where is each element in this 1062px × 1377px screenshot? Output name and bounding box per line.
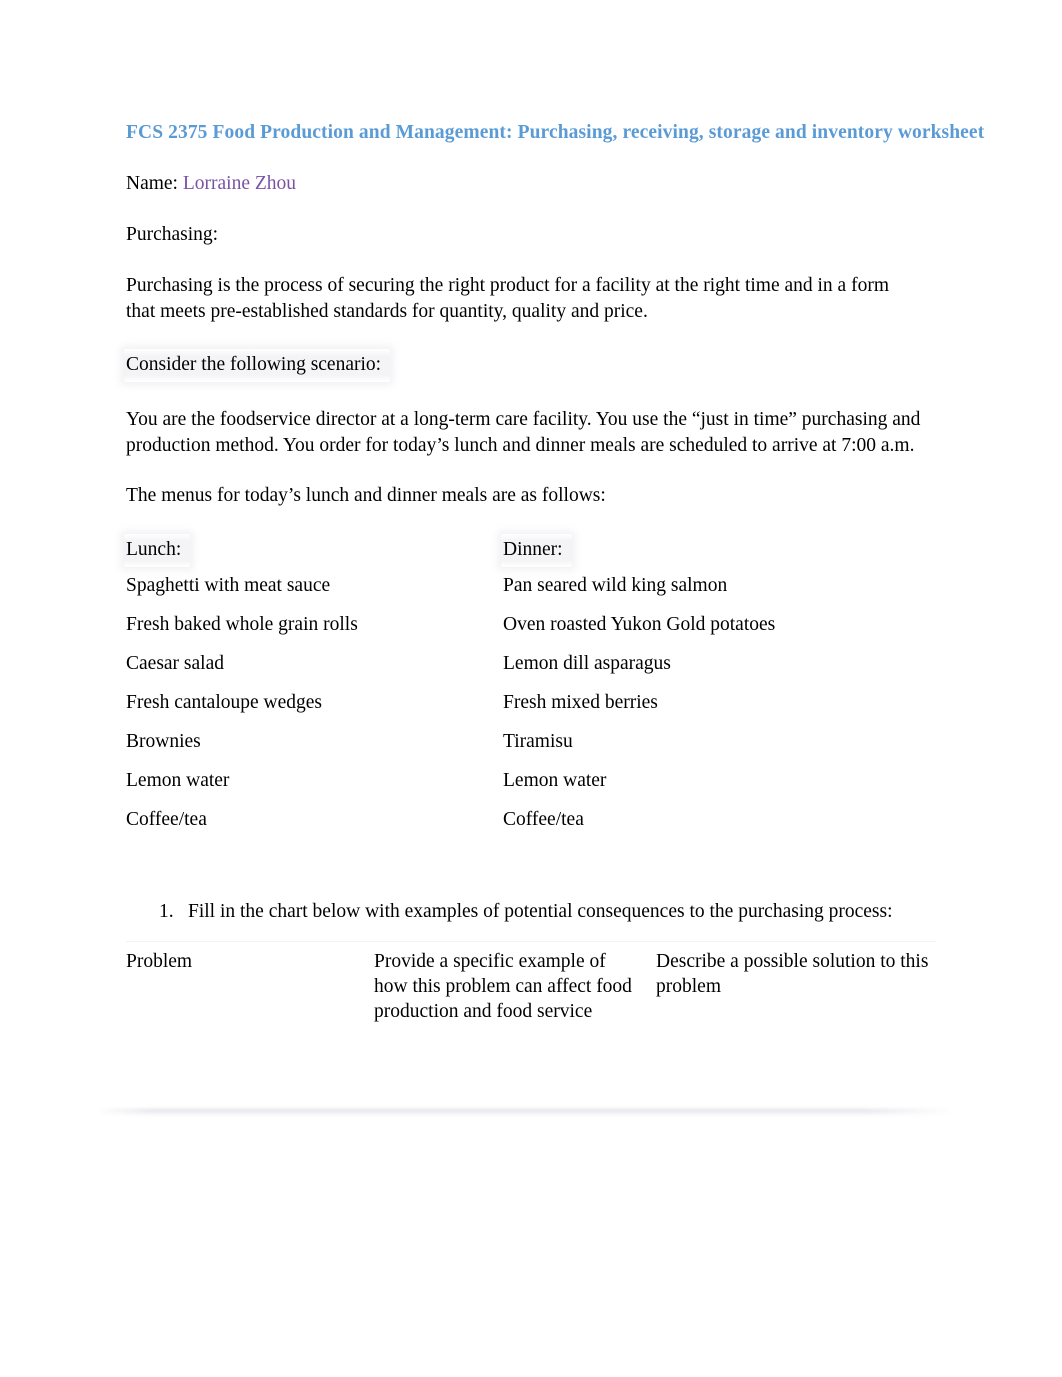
dinner-item: Lemon dill asparagus bbox=[503, 653, 671, 674]
consequences-table: Problem Provide a specific example of ho… bbox=[126, 941, 936, 1235]
lunch-heading: Lunch: bbox=[124, 534, 191, 567]
scenario-heading: Consider the following scenario: bbox=[124, 349, 391, 382]
menu-row: Spaghetti with meat sauce Pan seared wil… bbox=[126, 573, 936, 612]
dinner-heading-wrap: Dinner: bbox=[501, 534, 572, 567]
menu-row: Coffee/tea Coffee/tea bbox=[126, 807, 936, 846]
dinner-heading: Dinner: bbox=[501, 534, 572, 567]
dinner-item: Oven roasted Yukon Gold potatoes bbox=[503, 614, 776, 635]
menu-row: Caesar salad Lemon dill asparagus bbox=[126, 651, 936, 690]
scenario-body: You are the foodservice director at a lo… bbox=[126, 409, 921, 456]
purchasing-definition: Purchasing is the process of securing th… bbox=[126, 275, 889, 322]
lunch-item: Coffee/tea bbox=[126, 809, 207, 830]
question-item-1: 1. Fill in the chart below with examples… bbox=[126, 899, 936, 925]
dinner-item: Coffee/tea bbox=[503, 809, 584, 830]
question-number: 1. bbox=[159, 901, 174, 922]
document-body: FCS 2375 Food Production and Management:… bbox=[124, 120, 985, 1235]
question-list: 1. Fill in the chart below with examples… bbox=[126, 899, 936, 925]
menu-row: Fresh baked whole grain rolls Oven roast… bbox=[126, 612, 936, 651]
table-column-header-problem: Problem bbox=[126, 951, 193, 972]
lunch-item: Lemon water bbox=[126, 770, 230, 791]
name-label: Name: bbox=[126, 173, 178, 194]
dinner-item: Fresh mixed berries bbox=[503, 692, 658, 713]
lunch-item: Fresh cantaloupe wedges bbox=[126, 692, 323, 713]
lunch-item: Fresh baked whole grain rolls bbox=[126, 614, 358, 635]
table-column-header-example: Provide a specific example of how this p… bbox=[374, 951, 632, 1022]
dinner-item: Tiramisu bbox=[503, 731, 573, 752]
menu-row: Lemon water Lemon water bbox=[126, 768, 936, 807]
lunch-item: Caesar salad bbox=[126, 653, 224, 674]
table-empty-body[interactable] bbox=[126, 1045, 936, 1235]
table-column-header-solution: Describe a possible solution to this pro… bbox=[656, 951, 929, 997]
page-title: FCS 2375 Food Production and Management:… bbox=[126, 122, 985, 143]
lunch-heading-wrap: Lunch: bbox=[124, 534, 191, 567]
menu-heading-row: Lunch: Dinner: bbox=[124, 534, 936, 573]
table-header-row: Problem Provide a specific example of ho… bbox=[126, 942, 936, 1045]
menu-row: Brownies Tiramisu bbox=[126, 729, 936, 768]
scenario-heading-wrap: Consider the following scenario: bbox=[124, 349, 936, 382]
dinner-item: Pan seared wild king salmon bbox=[503, 575, 728, 596]
menu-two-column: Lunch: Dinner: Spaghetti with meat sauce… bbox=[124, 534, 936, 846]
lunch-item: Brownies bbox=[126, 731, 201, 752]
section-label-purchasing: Purchasing: bbox=[126, 224, 219, 245]
name-line: Name: Lorraine Zhou bbox=[126, 171, 936, 197]
question-text: Fill in the chart below with examples of… bbox=[188, 901, 893, 922]
dinner-item: Lemon water bbox=[503, 770, 607, 791]
lunch-item: Spaghetti with meat sauce bbox=[126, 575, 331, 596]
name-value: Lorraine Zhou bbox=[182, 173, 297, 194]
document-page: FCS 2375 Food Production and Management:… bbox=[0, 0, 1062, 1377]
menu-row: Fresh cantaloupe wedges Fresh mixed berr… bbox=[126, 690, 936, 729]
menus-intro: The menus for today’s lunch and dinner m… bbox=[126, 485, 606, 506]
